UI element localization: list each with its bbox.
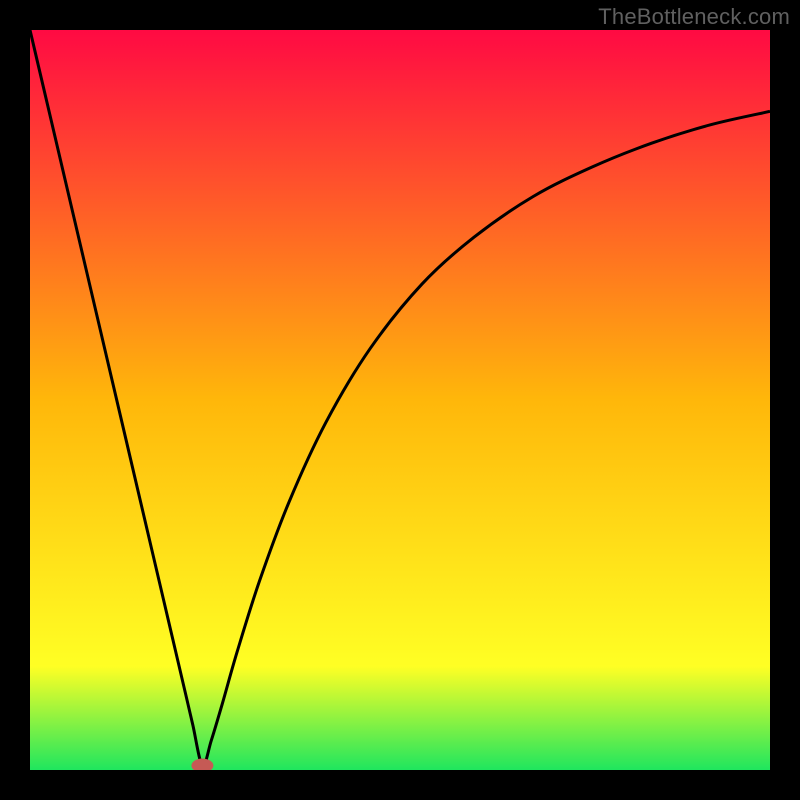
watermark-text: TheBottleneck.com <box>598 4 790 30</box>
chart-svg <box>30 30 770 770</box>
chart-frame: TheBottleneck.com <box>0 0 800 800</box>
plot-area <box>30 30 770 770</box>
